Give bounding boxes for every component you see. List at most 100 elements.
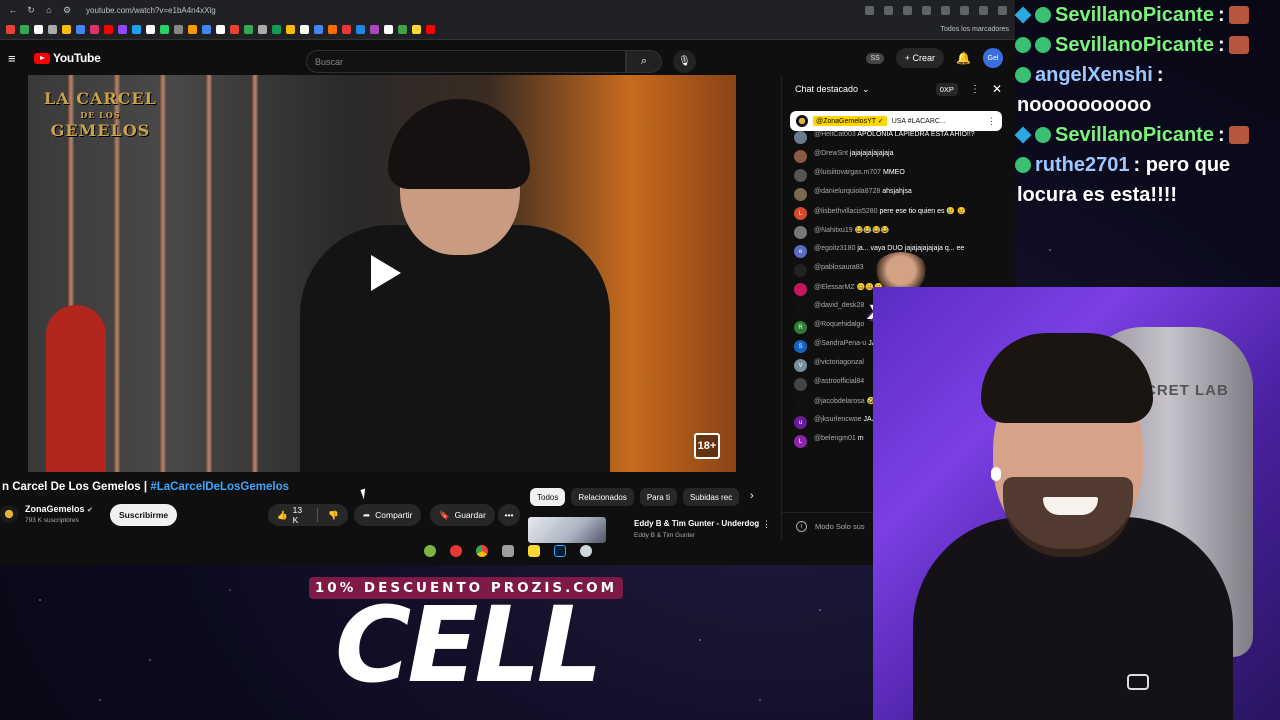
search-input[interactable]: Buscar bbox=[306, 50, 626, 73]
bookmark-icon[interactable] bbox=[146, 25, 155, 34]
chat-avatar[interactable] bbox=[794, 150, 807, 163]
hamburger-menu-icon[interactable]: ≡ bbox=[8, 51, 24, 66]
bookmark-icon[interactable] bbox=[244, 25, 253, 34]
bookmark-icon[interactable] bbox=[314, 25, 323, 34]
chat-avatar[interactable] bbox=[794, 378, 807, 391]
chat-username[interactable]: @belengm01 bbox=[814, 435, 856, 442]
bookmark-icon[interactable] bbox=[342, 25, 351, 34]
chat-avatar[interactable] bbox=[794, 264, 807, 277]
taskbar-app-icon[interactable] bbox=[449, 545, 462, 557]
extension-icon[interactable] bbox=[941, 5, 950, 15]
taskbar-app-icon[interactable] bbox=[579, 545, 592, 557]
chip-recent-uploads[interactable]: Subidas rec bbox=[682, 488, 740, 506]
bookmark-icon[interactable] bbox=[160, 25, 169, 34]
chip-all[interactable]: Todos bbox=[530, 488, 566, 506]
chat-username[interactable]: @jacobdelarosa bbox=[814, 398, 865, 405]
chat-message[interactable]: @luisiitovargas.m707 MMEO bbox=[794, 169, 1012, 188]
url-text[interactable]: youtube.com/watch?v=e1bA4n4xXlg bbox=[86, 6, 216, 15]
pinned-message[interactable]: @ZonaGemelosYT ✓ USA #LACARC... ⋮ bbox=[790, 111, 1002, 131]
related-video-thumbnail[interactable] bbox=[528, 517, 606, 543]
extension-icon[interactable] bbox=[922, 5, 931, 15]
chat-avatar[interactable] bbox=[794, 226, 807, 239]
bookmark-icon[interactable] bbox=[6, 25, 15, 34]
chat-username[interactable]: @egoitz3180 bbox=[814, 245, 855, 252]
save-button[interactable]: 🔖 Guardar bbox=[430, 504, 495, 526]
all-bookmarks-link[interactable]: Todos los marcadores bbox=[941, 26, 1009, 33]
chat-avatar[interactable] bbox=[794, 131, 807, 144]
video-player[interactable]: LA CARCEL DE LOS GEMELOS 18+ bbox=[28, 75, 736, 472]
more-actions-button[interactable]: ••• bbox=[498, 504, 520, 526]
chat-avatar[interactable]: R bbox=[794, 321, 807, 334]
chat-username[interactable]: @astroofficial84 bbox=[814, 378, 864, 385]
bookmark-icon[interactable] bbox=[90, 25, 99, 34]
related-video-channel[interactable]: Eddy B & Tim Gunter bbox=[634, 532, 695, 539]
like-icon[interactable]: 👍 bbox=[277, 510, 288, 521]
folder-icon[interactable] bbox=[527, 545, 540, 557]
dislike-icon[interactable]: 👎 bbox=[328, 510, 339, 521]
like-count[interactable]: 13 K bbox=[293, 505, 306, 525]
bookmark-icon[interactable] bbox=[34, 25, 43, 34]
bookmark-icon[interactable] bbox=[174, 25, 183, 34]
channel-name[interactable]: ZonaGemelos ✔ bbox=[25, 504, 93, 514]
bookmark-icon[interactable] bbox=[62, 25, 71, 34]
chrome-icon[interactable] bbox=[475, 545, 488, 557]
bookmark-icon[interactable] bbox=[384, 25, 393, 34]
chat-username[interactable]: @HellCat003 bbox=[814, 131, 856, 138]
bookmark-icon[interactable] bbox=[426, 25, 435, 34]
chip-related[interactable]: Relacionados bbox=[571, 488, 634, 506]
close-icon[interactable]: ✕ bbox=[992, 82, 1002, 96]
voice-search-button[interactable]: 🎙 bbox=[673, 50, 696, 73]
chat-message[interactable]: @HellCat003 APOLONIA LAPIEDRA ESTA AHIO!… bbox=[794, 131, 1012, 150]
youtube-logo[interactable]: YouTube bbox=[34, 51, 101, 65]
bookmark-icon[interactable] bbox=[412, 25, 421, 34]
search-button[interactable]: ⌕ bbox=[626, 50, 662, 73]
channel-avatar[interactable] bbox=[0, 505, 18, 523]
bookmark-icon[interactable] bbox=[258, 25, 267, 34]
bookmark-icon[interactable] bbox=[118, 25, 127, 34]
chat-avatar[interactable]: L bbox=[794, 207, 807, 220]
chat-username[interactable]: @Roquehidalgo bbox=[814, 321, 864, 328]
share-button[interactable]: ➦ Compartir bbox=[354, 504, 422, 526]
kebab-menu-icon[interactable]: ⋮ bbox=[970, 84, 980, 95]
bookmark-icon[interactable] bbox=[286, 25, 295, 34]
info-icon[interactable]: i bbox=[796, 521, 807, 532]
bookmark-icon[interactable] bbox=[356, 25, 365, 34]
bookmark-icon[interactable] bbox=[230, 25, 239, 34]
chat-username[interactable]: @jksurlencwoe bbox=[814, 416, 862, 423]
chat-message[interactable]: @Nahitxu19 😂😂😂😂 bbox=[794, 226, 1012, 245]
bookmark-icon[interactable] bbox=[328, 25, 337, 34]
home-icon[interactable]: ⌂ bbox=[44, 5, 54, 15]
chat-username[interactable]: @victoriagonzal bbox=[814, 359, 864, 366]
bookmark-icon[interactable] bbox=[398, 25, 407, 34]
chat-username[interactable]: @danielurquiola8728 bbox=[814, 188, 880, 195]
chat-avatar[interactable] bbox=[794, 397, 807, 410]
bookmark-icon[interactable] bbox=[132, 25, 141, 34]
chat-mode-selector[interactable]: Chat destacado bbox=[795, 84, 858, 94]
bookmark-icon[interactable] bbox=[48, 25, 57, 34]
chat-username[interactable]: @pablosaura83 bbox=[814, 264, 864, 271]
bookmark-icon[interactable] bbox=[104, 25, 113, 34]
chat-message[interactable]: @DrewSnt jajajajajajajaja bbox=[794, 150, 1012, 169]
chat-avatar[interactable] bbox=[794, 169, 807, 182]
chat-avatar[interactable]: V bbox=[794, 359, 807, 372]
chat-username[interactable]: @david_desk28 bbox=[814, 302, 864, 309]
chip-for-you[interactable]: Para ti bbox=[639, 488, 677, 506]
create-button[interactable]: + Crear bbox=[895, 48, 945, 68]
extension-icon[interactable] bbox=[979, 5, 988, 15]
reload-icon[interactable]: ↻ bbox=[26, 5, 36, 15]
back-icon[interactable]: ← bbox=[8, 5, 18, 15]
profile-icon[interactable] bbox=[998, 5, 1007, 15]
chat-avatar[interactable]: L bbox=[794, 435, 807, 448]
chat-username[interactable]: @Nahitxu19 bbox=[814, 227, 853, 234]
chat-avatar[interactable]: S bbox=[794, 340, 807, 353]
bookmark-icon[interactable] bbox=[300, 25, 309, 34]
bookmark-icon[interactable] bbox=[216, 25, 225, 34]
ss-badge[interactable]: SS bbox=[866, 52, 884, 64]
extension-icon[interactable] bbox=[960, 5, 969, 15]
chat-message[interactable]: @danielurquiola8728 ahsjahjsa bbox=[794, 188, 1012, 207]
chat-message[interactable]: L @lisbethvillacis5280 pere ese tio quien… bbox=[794, 207, 1012, 226]
subscribe-button[interactable]: Suscribirme bbox=[110, 504, 178, 526]
bookmark-icon[interactable] bbox=[188, 25, 197, 34]
chat-avatar[interactable] bbox=[794, 188, 807, 201]
chat-username[interactable]: @ElessarMZ bbox=[814, 284, 855, 291]
